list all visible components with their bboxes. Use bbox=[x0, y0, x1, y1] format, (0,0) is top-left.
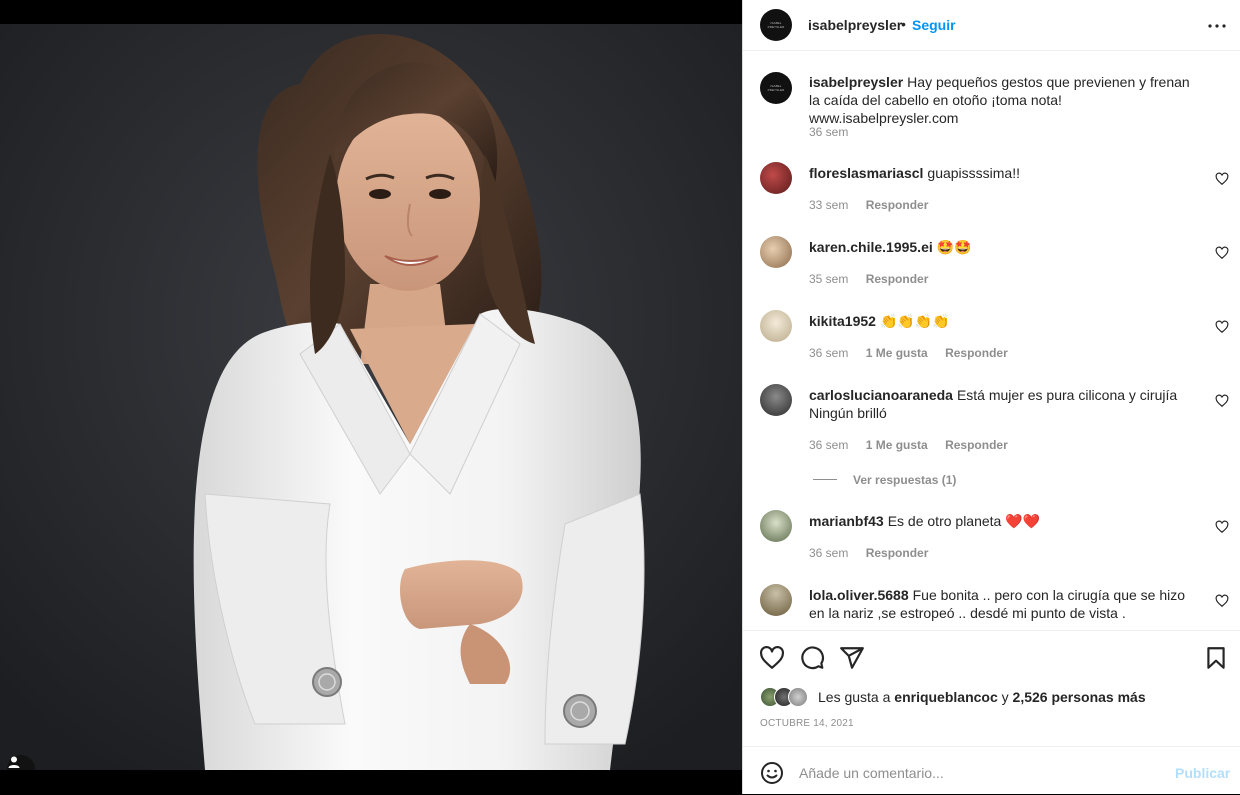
post-header: ISABEL PREYSLER isabelpreysler • Seguir bbox=[743, 0, 1240, 51]
liker-avatar[interactable] bbox=[788, 687, 808, 707]
likes-conj: y bbox=[1001, 689, 1009, 705]
comment-likes[interactable]: 1 Me gusta bbox=[866, 346, 928, 360]
comment-heart-icon[interactable] bbox=[1215, 172, 1229, 186]
comment-item: lola.oliver.5688 Fue bonita .. pero con l… bbox=[743, 577, 1240, 629]
comment-icon[interactable] bbox=[799, 645, 825, 671]
commenter-avatar[interactable] bbox=[760, 510, 792, 542]
comment-text: lola.oliver.5688 Fue bonita .. pero con l… bbox=[809, 586, 1199, 622]
comment-heart-icon[interactable] bbox=[1215, 520, 1229, 534]
post-photo[interactable] bbox=[0, 24, 742, 770]
comment-username[interactable]: kikita1952 bbox=[809, 313, 876, 329]
likes-text: Les gusta a enriqueblancoc y 2,526 perso… bbox=[818, 689, 1146, 705]
comments-list[interactable]: ISABEL PREYSLER isabelpreysler Hay pequeñ… bbox=[743, 51, 1240, 629]
caption: ISABEL PREYSLER isabelpreysler Hay pequeñ… bbox=[743, 51, 1240, 151]
post-sidebar: ISABEL PREYSLER isabelpreysler • Seguir … bbox=[742, 0, 1240, 794]
comment-username[interactable]: lola.oliver.5688 bbox=[809, 587, 909, 603]
comment-username[interactable]: karen.chile.1995.ei bbox=[809, 239, 933, 255]
comment-item: carloslucianoaraneda Está mujer es pura c… bbox=[743, 369, 1240, 503]
comment-time[interactable]: 35 sem bbox=[809, 272, 848, 286]
reply-button[interactable]: Responder bbox=[866, 546, 929, 560]
caption-text: isabelpreysler Hay pequeños gestos que pr… bbox=[809, 73, 1199, 127]
comment-heart-icon[interactable] bbox=[1215, 320, 1229, 334]
commenter-avatar[interactable] bbox=[760, 384, 792, 416]
reply-button[interactable]: Responder bbox=[866, 272, 929, 286]
comment-text: karen.chile.1995.ei 🤩🤩 bbox=[809, 238, 1199, 256]
likes-count[interactable]: 2,526 personas más bbox=[1013, 689, 1146, 705]
comment-body: Es de otro planeta ❤️❤️ bbox=[887, 513, 1041, 529]
replies-divider bbox=[813, 479, 837, 480]
heart-icon[interactable] bbox=[759, 645, 785, 671]
comment-heart-icon[interactable] bbox=[1215, 594, 1229, 608]
comment-username[interactable]: floreslasmariascl bbox=[809, 165, 923, 181]
comment-time[interactable]: 36 sem bbox=[809, 438, 848, 452]
comment-body: guapissssima!! bbox=[927, 165, 1020, 181]
portrait-illustration bbox=[0, 24, 742, 770]
comment-heart-icon[interactable] bbox=[1215, 394, 1229, 408]
comment-meta: 36 sem 1 Me gusta Responder bbox=[809, 438, 1022, 452]
avatar-logo-text: ISABEL PREYSLER bbox=[767, 84, 785, 92]
commenter-avatar[interactable] bbox=[760, 310, 792, 342]
comment-item: floreslasmariascl guapissssima!! 33 sem R… bbox=[743, 147, 1240, 221]
reply-button[interactable]: Responder bbox=[945, 438, 1008, 452]
comment-text: carloslucianoaraneda Está mujer es pura c… bbox=[809, 386, 1199, 422]
post-media bbox=[0, 0, 742, 794]
comment-meta: 35 sem Responder bbox=[809, 272, 942, 286]
avatar-logo-text: ISABEL PREYSLER bbox=[767, 21, 785, 29]
caption-username[interactable]: isabelpreysler bbox=[809, 74, 903, 90]
post-date[interactable]: OCTUBRE 14, 2021 bbox=[760, 718, 854, 729]
paper-plane-icon[interactable] bbox=[839, 645, 865, 671]
comment-meta: 36 sem 1 Me gusta Responder bbox=[809, 346, 1022, 360]
author-username[interactable]: isabelpreysler bbox=[808, 17, 902, 33]
comment-input[interactable] bbox=[797, 759, 1161, 787]
commenter-avatar[interactable] bbox=[760, 162, 792, 194]
author-avatar[interactable]: ISABEL PREYSLER bbox=[760, 9, 792, 41]
comment-meta: 36 sem Responder bbox=[809, 546, 942, 560]
comment-time[interactable]: 36 sem bbox=[809, 346, 848, 360]
separator-dot: • bbox=[901, 16, 906, 32]
caption-meta: 36 sem bbox=[809, 125, 862, 139]
comment-time[interactable]: 36 sem bbox=[809, 546, 848, 560]
comment-username[interactable]: marianbf43 bbox=[809, 513, 884, 529]
comment-text: marianbf43 Es de otro planeta ❤️❤️ bbox=[809, 512, 1199, 530]
reply-button[interactable]: Responder bbox=[866, 198, 929, 212]
comment-text: kikita1952 👏👏👏👏 bbox=[809, 312, 1199, 330]
smiley-icon[interactable] bbox=[760, 761, 784, 785]
bookmark-icon[interactable] bbox=[1203, 645, 1229, 671]
comment-meta: 33 sem Responder bbox=[809, 198, 942, 212]
comment-item: karen.chile.1995.ei 🤩🤩 35 sem Responder bbox=[743, 221, 1240, 295]
liker-username[interactable]: enriqueblancoc bbox=[894, 689, 997, 705]
view-replies-button[interactable]: Ver respuestas (1) bbox=[853, 473, 956, 487]
comment-time[interactable]: 33 sem bbox=[809, 198, 848, 212]
caption-avatar[interactable]: ISABEL PREYSLER bbox=[760, 72, 792, 104]
commenter-avatar[interactable] bbox=[760, 584, 792, 616]
post-actions bbox=[743, 630, 1240, 681]
caption-time[interactable]: 36 sem bbox=[809, 125, 848, 139]
commenter-avatar[interactable] bbox=[760, 236, 792, 268]
comment-username[interactable]: carloslucianoaraneda bbox=[809, 387, 953, 403]
comment-item: marianbf43 Es de otro planeta ❤️❤️ 36 sem… bbox=[743, 503, 1240, 577]
comment-composer: Publicar bbox=[743, 746, 1240, 795]
more-horizontal-icon[interactable] bbox=[1205, 14, 1229, 38]
likes-summary: Les gusta a enriqueblancoc y 2,526 perso… bbox=[743, 684, 1240, 710]
follow-button[interactable]: Seguir bbox=[912, 17, 956, 33]
likes-prefix: Les gusta a bbox=[818, 689, 891, 705]
reply-button[interactable]: Responder bbox=[945, 346, 1008, 360]
comment-text: floreslasmariascl guapissssima!! bbox=[809, 164, 1199, 182]
comment-body: 🤩🤩 bbox=[936, 239, 972, 255]
post-comment-button[interactable]: Publicar bbox=[1175, 765, 1230, 781]
comment-item: kikita1952 👏👏👏👏 36 sem 1 Me gusta Respond… bbox=[743, 295, 1240, 369]
comment-likes[interactable]: 1 Me gusta bbox=[866, 438, 928, 452]
comment-heart-icon[interactable] bbox=[1215, 246, 1229, 260]
user-tag-icon bbox=[8, 756, 20, 768]
comment-body: 👏👏👏👏 bbox=[879, 313, 950, 329]
